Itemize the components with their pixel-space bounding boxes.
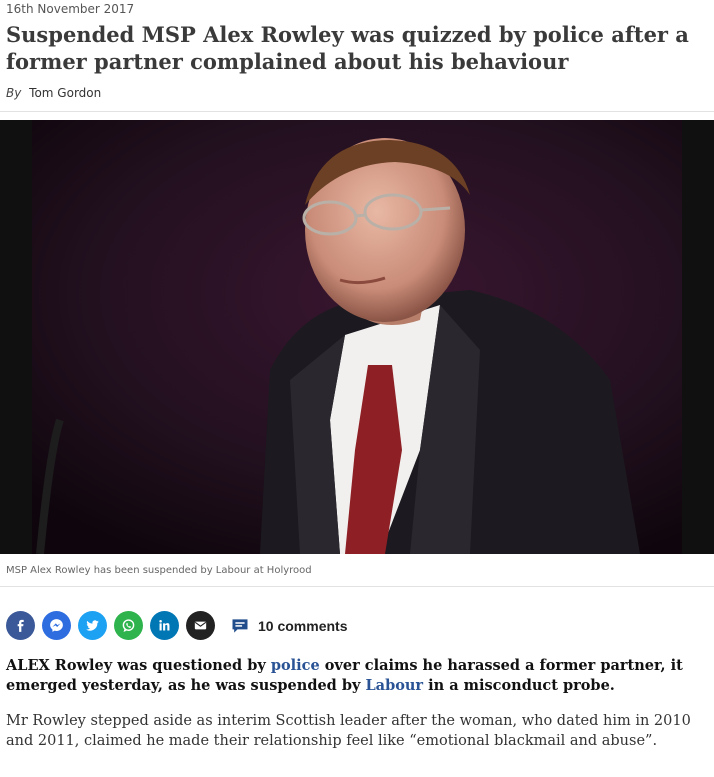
lede-text: ALEX Rowley was questioned by: [6, 657, 271, 674]
article-lede: ALEX Rowley was questioned by police ove…: [6, 656, 706, 696]
police-link[interactable]: police: [271, 657, 320, 674]
author-link[interactable]: Tom Gordon: [29, 86, 101, 100]
divider: [0, 586, 714, 587]
facebook-icon: [17, 619, 24, 632]
share-linkedin-button[interactable]: [150, 611, 179, 640]
share-email-button[interactable]: [186, 611, 215, 640]
byline-prefix: By: [6, 86, 22, 100]
article-paragraph: Mr Rowley stepped aside as interim Scott…: [6, 713, 691, 749]
comments-link[interactable]: 10 comments: [230, 616, 347, 636]
article-photo: [0, 120, 714, 554]
speech-bubble-icon: [232, 618, 248, 633]
whatsapp-icon: [122, 619, 135, 632]
lede-text: in a misconduct probe.: [423, 677, 615, 694]
divider: [0, 111, 714, 112]
share-facebook-button[interactable]: [6, 611, 35, 640]
envelope-icon: [194, 621, 207, 630]
share-messenger-button[interactable]: [42, 611, 71, 640]
messenger-icon: [50, 619, 63, 632]
twitter-icon: [86, 620, 99, 631]
article-headline: Suspended MSP Alex Rowley was quizzed by…: [6, 22, 689, 74]
byline: By Tom Gordon: [6, 86, 101, 100]
photo-image: [0, 120, 714, 554]
share-whatsapp-button[interactable]: [114, 611, 143, 640]
share-bar: 10 comments: [6, 609, 347, 642]
share-twitter-button[interactable]: [78, 611, 107, 640]
linkedin-icon: [159, 619, 170, 631]
comments-count: 10 comments: [258, 617, 348, 634]
photo-caption: MSP Alex Rowley has been suspended by La…: [6, 565, 312, 576]
article-date: 16th November 2017: [6, 2, 135, 16]
labour-link[interactable]: Labour: [365, 677, 423, 694]
